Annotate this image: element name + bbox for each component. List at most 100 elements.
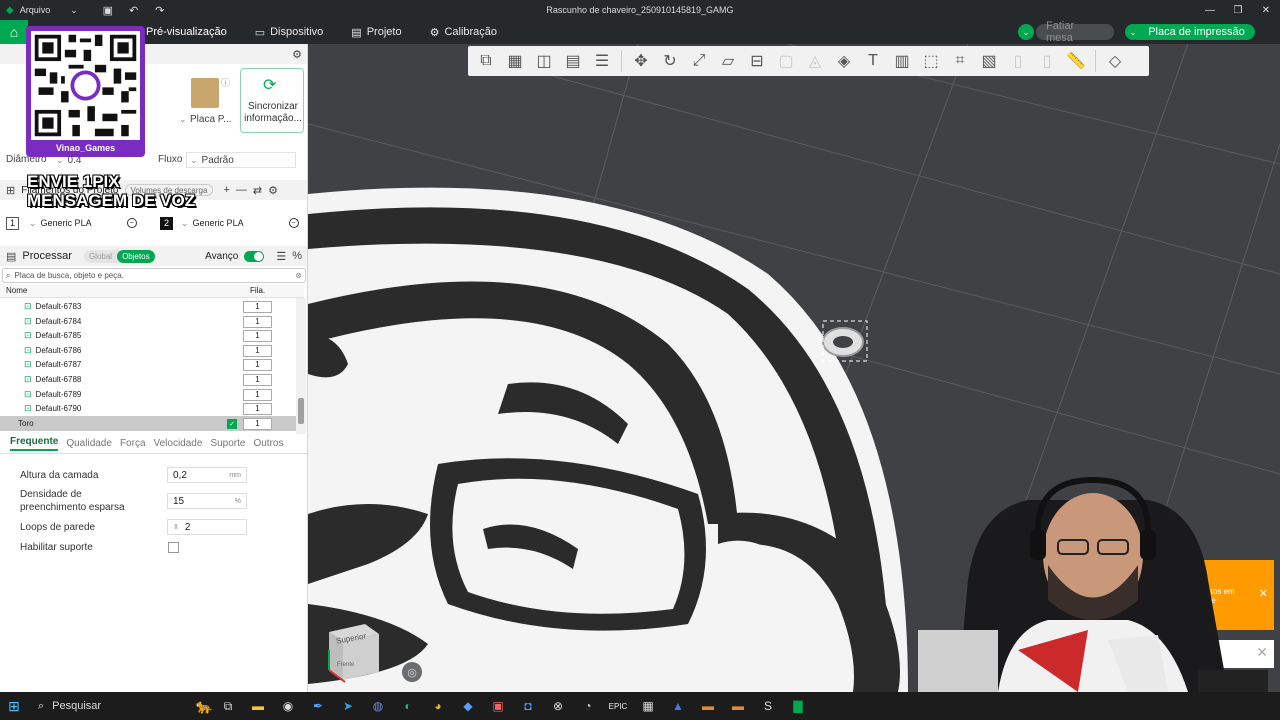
camera-icon[interactable]: ◎	[402, 662, 422, 682]
emboss-icon[interactable]: ▥	[888, 47, 916, 75]
print-dropdown-icon[interactable]: ⌄	[1125, 24, 1141, 40]
maximize-icon[interactable]: ❐	[1224, 0, 1252, 20]
filament-index[interactable]: 1	[243, 315, 272, 328]
filament-index[interactable]: 1	[243, 402, 272, 415]
obs-icon[interactable]: ◉	[273, 692, 303, 720]
app-s-icon[interactable]: S	[753, 692, 783, 720]
move-icon[interactable]: ✥	[627, 47, 655, 75]
selected-object-row[interactable]: Toro ✓ 1	[0, 416, 296, 431]
auto-orient-icon[interactable]: ◫	[530, 47, 558, 75]
task-view-icon[interactable]: ⧉	[213, 692, 243, 720]
list-item[interactable]: ⊡ Default-6783 1	[0, 299, 296, 314]
list-item[interactable]: ⊡ Default-6790 1	[0, 401, 296, 416]
list-icon[interactable]: ☰	[276, 250, 286, 263]
redo-icon[interactable]: ↷	[150, 2, 170, 18]
grid-icon[interactable]: ▦	[501, 47, 529, 75]
clear-search-icon[interactable]: ⊗	[295, 271, 302, 280]
save-icon[interactable]: ▣	[98, 2, 118, 18]
rotate-icon[interactable]: ↻	[656, 47, 684, 75]
layers-icon[interactable]: ☰	[588, 47, 616, 75]
filament-slot-1[interactable]: 1 ⌄ Generic PLA −	[6, 214, 137, 232]
object-list-scrollbar[interactable]	[296, 298, 306, 434]
tab-device[interactable]: ▭ Dispositivo	[241, 20, 338, 44]
tab-preview[interactable]: Pré-visualização	[132, 20, 241, 44]
edge-icon[interactable]: ◐	[393, 692, 423, 720]
weather-widget-icon[interactable]: 🐆	[196, 698, 213, 715]
list-item[interactable]: ⊡ Default-6787 1	[0, 357, 296, 372]
filament-index[interactable]: 1	[243, 344, 272, 357]
slice-dropdown-icon[interactable]: ⌄	[1018, 24, 1034, 40]
edit-filament-icon[interactable]: −	[288, 218, 299, 228]
filament-index[interactable]: 1	[243, 358, 272, 371]
filament-index[interactable]: 1	[243, 329, 272, 342]
stepper-arrows-icon[interactable]: ⇕	[173, 523, 179, 531]
enable-support-checkbox[interactable]	[168, 542, 179, 553]
app-blue-arrow-icon[interactable]: ▲	[663, 692, 693, 720]
tab-project[interactable]: ▤ Projeto	[337, 20, 415, 44]
steam-icon[interactable]: ◔	[573, 692, 603, 720]
telegram-icon[interactable]: ➤	[333, 692, 363, 720]
taskbar-search[interactable]: ⌕ Pesquisar 🐆	[28, 698, 213, 715]
add-cube-icon[interactable]: ⧉	[472, 47, 500, 75]
filament-index[interactable]: 1	[243, 417, 272, 430]
filament-index[interactable]: 1	[243, 300, 272, 313]
slice-plate-button[interactable]: Fatiar mesa	[1036, 20, 1114, 44]
percent-icon[interactable]: %	[292, 250, 302, 262]
measure-icon[interactable]: 📏	[1062, 47, 1090, 75]
tab-strength[interactable]: Força	[120, 438, 146, 449]
info-icon[interactable]: ⓘ	[221, 76, 230, 89]
xbox-icon[interactable]: ⊗	[543, 692, 573, 720]
app-vpn-icon[interactable]: ◆	[453, 692, 483, 720]
tab-frequent[interactable]: Frequente	[10, 436, 59, 451]
filament-slot-2[interactable]: 2 ⌄ Generic PLA −	[160, 214, 299, 232]
tab-support[interactable]: Suporte	[210, 438, 245, 449]
sync-info-button[interactable]: ⟳ Sincronizar informação...	[240, 68, 304, 133]
cut-icon[interactable]: ⊟	[743, 47, 771, 75]
print-plate-button[interactable]: Placa de impressão	[1130, 24, 1255, 40]
cube-icon[interactable]: ⬚	[917, 47, 945, 75]
list-item[interactable]: ⊡ Default-6784 1	[0, 314, 296, 329]
filament-index[interactable]: 1	[243, 373, 272, 386]
list-item[interactable]: ⊡ Default-6788 1	[0, 372, 296, 387]
list-item[interactable]: ⊡ Default-6786 1	[0, 343, 296, 358]
settings-icon[interactable]: ⚙	[268, 184, 278, 197]
layer-height-input[interactable]: 0,2 mm	[167, 467, 247, 483]
tab-others[interactable]: Outros	[253, 438, 283, 449]
add-icon[interactable]: +	[223, 184, 229, 196]
infill-input[interactable]: 15 %	[167, 493, 247, 509]
app-feather-icon[interactable]: ✒	[303, 692, 333, 720]
edit-filament-icon[interactable]: −	[126, 218, 137, 228]
advanced-toggle[interactable]	[244, 250, 265, 262]
home-icon[interactable]: ⌂	[0, 20, 28, 44]
bambu-studio-icon[interactable]: ▇	[783, 692, 813, 720]
view-cube[interactable]: Superior Frente	[325, 620, 381, 691]
scrollbar-thumb[interactable]	[298, 398, 304, 424]
scale-icon[interactable]: ⤢	[685, 47, 713, 75]
text-icon[interactable]: T	[859, 47, 887, 75]
app-photos-icon[interactable]: ▣	[483, 692, 513, 720]
objects-toggle[interactable]: Objetos	[117, 249, 155, 263]
arrange-icon[interactable]: ▤	[559, 47, 587, 75]
flow-select[interactable]: ⌄ Padrão	[186, 152, 296, 168]
chevron-down-icon[interactable]: ⌄	[70, 5, 78, 16]
app-orange2-icon[interactable]: ▬	[723, 692, 753, 720]
file-menu[interactable]: Arquivo	[20, 5, 51, 15]
tab-quality[interactable]: Qualidade	[66, 438, 112, 449]
tab-calibration[interactable]: ⚙ Calibração	[416, 20, 511, 44]
minimize-icon[interactable]: —	[1196, 0, 1224, 20]
slice-layers-icon[interactable]: ▧	[975, 47, 1003, 75]
sync-filament-icon[interactable]: ⇄	[253, 184, 262, 197]
assembly-icon[interactable]: ◇	[1101, 47, 1129, 75]
settings-icon[interactable]: ⚙	[292, 48, 302, 61]
boolean-icon[interactable]: ▢	[772, 47, 800, 75]
paint-icon[interactable]: ◈	[830, 47, 858, 75]
epic-games-icon[interactable]: EPIC	[603, 692, 633, 720]
lay-on-face-icon[interactable]: ▱	[714, 47, 742, 75]
global-toggle[interactable]: Global	[84, 250, 117, 263]
object-search-input[interactable]: ⌕ Placa de busca, objeto e peça. ⊗	[2, 268, 306, 283]
plate-card[interactable]: ⓘ ⌄ Placa P...	[175, 68, 237, 131]
list-item[interactable]: ⊡ Default-6789 1	[0, 387, 296, 402]
file-explorer-icon[interactable]: ▬	[243, 692, 273, 720]
list-item[interactable]: ⊡ Default-6785 1	[0, 328, 296, 343]
chrome-icon[interactable]: ◕	[423, 692, 453, 720]
